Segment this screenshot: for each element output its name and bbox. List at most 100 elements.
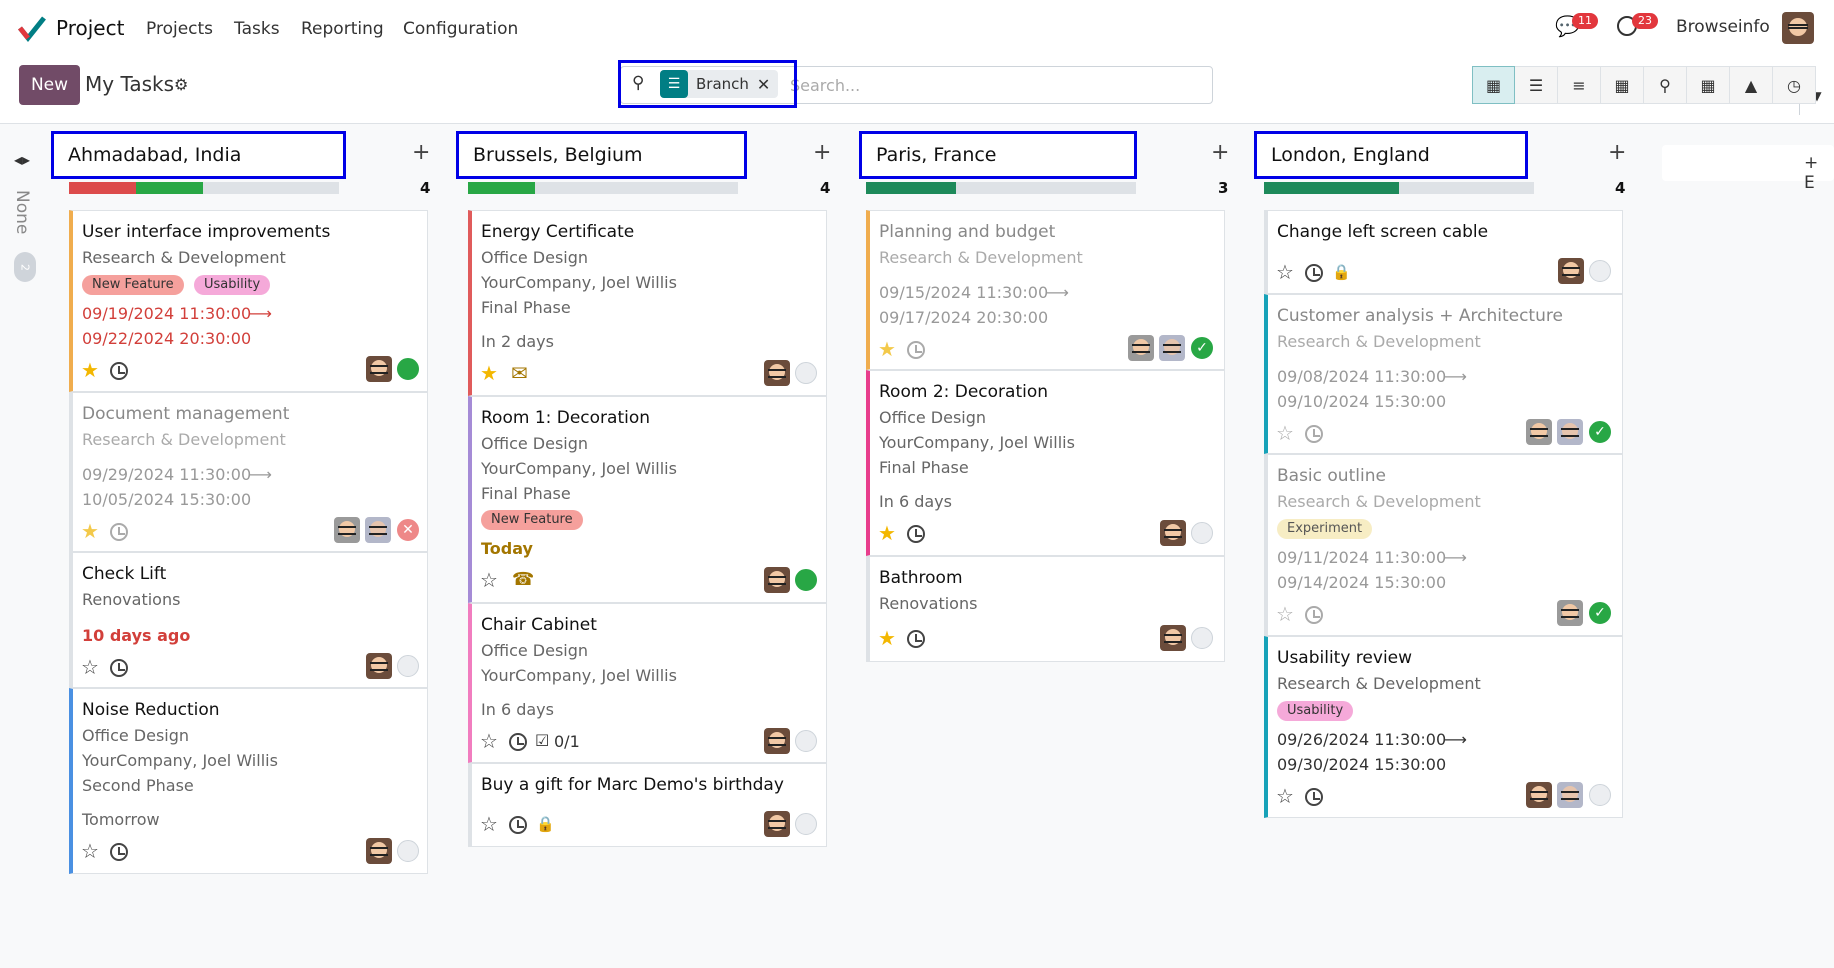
star-icon[interactable]: ☆ — [81, 841, 99, 861]
kanban-card[interactable]: Planning and budget Research & Developme… — [866, 210, 1225, 370]
search-input[interactable]: Search... — [790, 76, 860, 95]
user-avatar[interactable] — [1782, 12, 1814, 44]
none-column-label[interactable]: None — [12, 190, 32, 234]
fold-toggle-icon[interactable]: ◂▸ — [14, 150, 30, 169]
clock-icon[interactable] — [509, 733, 527, 751]
clock-icon[interactable] — [1305, 264, 1323, 282]
kanban-card[interactable]: Bathroom Renovations ★ — [866, 556, 1225, 662]
quick-create-icon[interactable]: + — [412, 140, 430, 165]
avatar[interactable] — [366, 838, 392, 864]
column-header-paris[interactable]: Paris, France — [859, 131, 1137, 179]
clock-icon[interactable] — [110, 659, 128, 677]
kanban-card[interactable]: Customer analysis + Architecture Researc… — [1264, 294, 1623, 454]
search-facet-branch[interactable]: ☰ Branch ✕ — [660, 70, 779, 98]
menu-tasks[interactable]: Tasks — [234, 19, 280, 39]
avatar[interactable] — [764, 360, 790, 386]
avatar[interactable] — [1526, 419, 1552, 445]
remove-facet-icon[interactable]: ✕ — [757, 75, 778, 94]
star-icon[interactable]: ★ — [878, 523, 896, 543]
kanban-card[interactable]: Change left screen cable ☆ 🔒 — [1264, 210, 1623, 294]
star-icon[interactable]: ☆ — [1276, 604, 1294, 624]
kanban-card[interactable]: Room 2: Decoration Office Design YourCom… — [866, 370, 1225, 556]
status-done-icon[interactable]: ✓ — [1191, 337, 1213, 359]
avatar[interactable] — [366, 356, 392, 382]
kanban-card[interactable]: Document management Research & Developme… — [69, 392, 428, 552]
calendar-view-icon[interactable]: ▦ — [1601, 66, 1644, 104]
column-header-brussels[interactable]: Brussels, Belgium — [456, 131, 747, 179]
avatar[interactable] — [1160, 625, 1186, 651]
clock-icon[interactable] — [110, 362, 128, 380]
kanban-card[interactable]: Energy Certificate Office Design YourCom… — [468, 210, 827, 396]
kanban-card[interactable]: Chair Cabinet Office Design YourCompany,… — [468, 603, 827, 763]
column-progress-bar[interactable] — [69, 182, 339, 194]
status-indicator[interactable] — [397, 358, 419, 380]
kanban-card[interactable]: Room 1: Decoration Office Design YourCom… — [468, 396, 827, 603]
status-done-icon[interactable]: ✓ — [1589, 421, 1611, 443]
status-indicator[interactable] — [1589, 260, 1611, 282]
clock-icon[interactable] — [907, 341, 925, 359]
column-progress-bar[interactable] — [866, 182, 1136, 194]
kanban-card[interactable]: Usability review Research & Development … — [1264, 636, 1623, 818]
gear-icon[interactable]: ⚙ — [174, 75, 188, 94]
star-icon[interactable]: ★ — [81, 360, 99, 380]
clock-icon[interactable] — [907, 525, 925, 543]
avatar[interactable] — [365, 517, 391, 543]
column-header-london[interactable]: London, England — [1254, 131, 1528, 179]
star-icon[interactable]: ☆ — [1276, 423, 1294, 443]
clock-icon[interactable] — [1305, 788, 1323, 806]
avatar[interactable] — [764, 811, 790, 837]
new-button[interactable]: New — [19, 65, 80, 105]
clock-icon[interactable] — [509, 816, 527, 834]
star-icon[interactable]: ☆ — [480, 570, 498, 590]
map-view-icon[interactable]: ⚲ — [1644, 66, 1687, 104]
status-indicator[interactable] — [1191, 627, 1213, 649]
list-view-icon[interactable]: ☰ — [1515, 66, 1558, 104]
status-indicator[interactable] — [1589, 784, 1611, 806]
star-icon[interactable]: ★ — [480, 363, 498, 383]
phone-icon[interactable]: ☎ — [512, 570, 534, 590]
kanban-view-icon[interactable]: ▦ — [1472, 66, 1515, 104]
clock-icon[interactable] — [110, 843, 128, 861]
avatar[interactable] — [1159, 335, 1185, 361]
app-name[interactable]: Project — [56, 16, 124, 40]
kanban-card[interactable]: Buy a gift for Marc Demo's birthday ☆ 🔒 — [468, 763, 827, 847]
column-header-ahmadabad[interactable]: Ahmadabad, India — [51, 131, 346, 179]
status-indicator[interactable] — [397, 655, 419, 677]
add-column-button[interactable]: + E — [1662, 145, 1834, 193]
project-app-icon[interactable] — [18, 14, 46, 42]
envelope-icon[interactable]: ✉ — [511, 363, 528, 383]
avatar[interactable] — [1557, 419, 1583, 445]
menu-reporting[interactable]: Reporting — [301, 19, 384, 39]
avatar[interactable] — [1557, 600, 1583, 626]
clock-icon[interactable] — [1305, 425, 1323, 443]
star-icon[interactable]: ☆ — [480, 731, 498, 751]
clock-icon[interactable] — [907, 630, 925, 648]
avatar[interactable] — [1160, 520, 1186, 546]
status-indicator[interactable] — [1191, 522, 1213, 544]
avatar[interactable] — [1526, 782, 1552, 808]
avatar[interactable] — [1557, 782, 1583, 808]
avatar[interactable] — [366, 653, 392, 679]
kanban-card[interactable]: Check Lift Renovations 10 days ago ☆ — [69, 552, 428, 688]
star-icon[interactable]: ☆ — [81, 657, 99, 677]
graph-view-icon[interactable]: ▲ — [1730, 66, 1773, 104]
star-icon[interactable]: ☆ — [480, 814, 498, 834]
star-icon[interactable]: ★ — [81, 521, 99, 541]
clock-icon[interactable] — [1305, 606, 1323, 624]
clock-icon[interactable] — [110, 523, 128, 541]
column-progress-bar[interactable] — [468, 182, 738, 194]
kanban-card[interactable]: Noise Reduction Office Design YourCompan… — [69, 688, 428, 874]
quick-create-icon[interactable]: + — [813, 140, 831, 165]
menu-projects[interactable]: Projects — [146, 19, 213, 39]
status-indicator[interactable] — [795, 362, 817, 384]
star-icon[interactable]: ★ — [878, 339, 896, 359]
subtask-count[interactable]: 0/1 — [554, 732, 580, 751]
column-progress-bar[interactable] — [1264, 182, 1534, 194]
status-blocked-icon[interactable]: ✕ — [397, 519, 419, 541]
status-indicator[interactable] — [795, 730, 817, 752]
status-done-icon[interactable]: ✓ — [1589, 602, 1611, 624]
checklist-icon[interactable]: ☑ — [535, 731, 549, 750]
status-indicator[interactable] — [795, 813, 817, 835]
avatar[interactable] — [1558, 258, 1584, 284]
kanban-card[interactable]: User interface improvements Research & D… — [69, 210, 428, 392]
